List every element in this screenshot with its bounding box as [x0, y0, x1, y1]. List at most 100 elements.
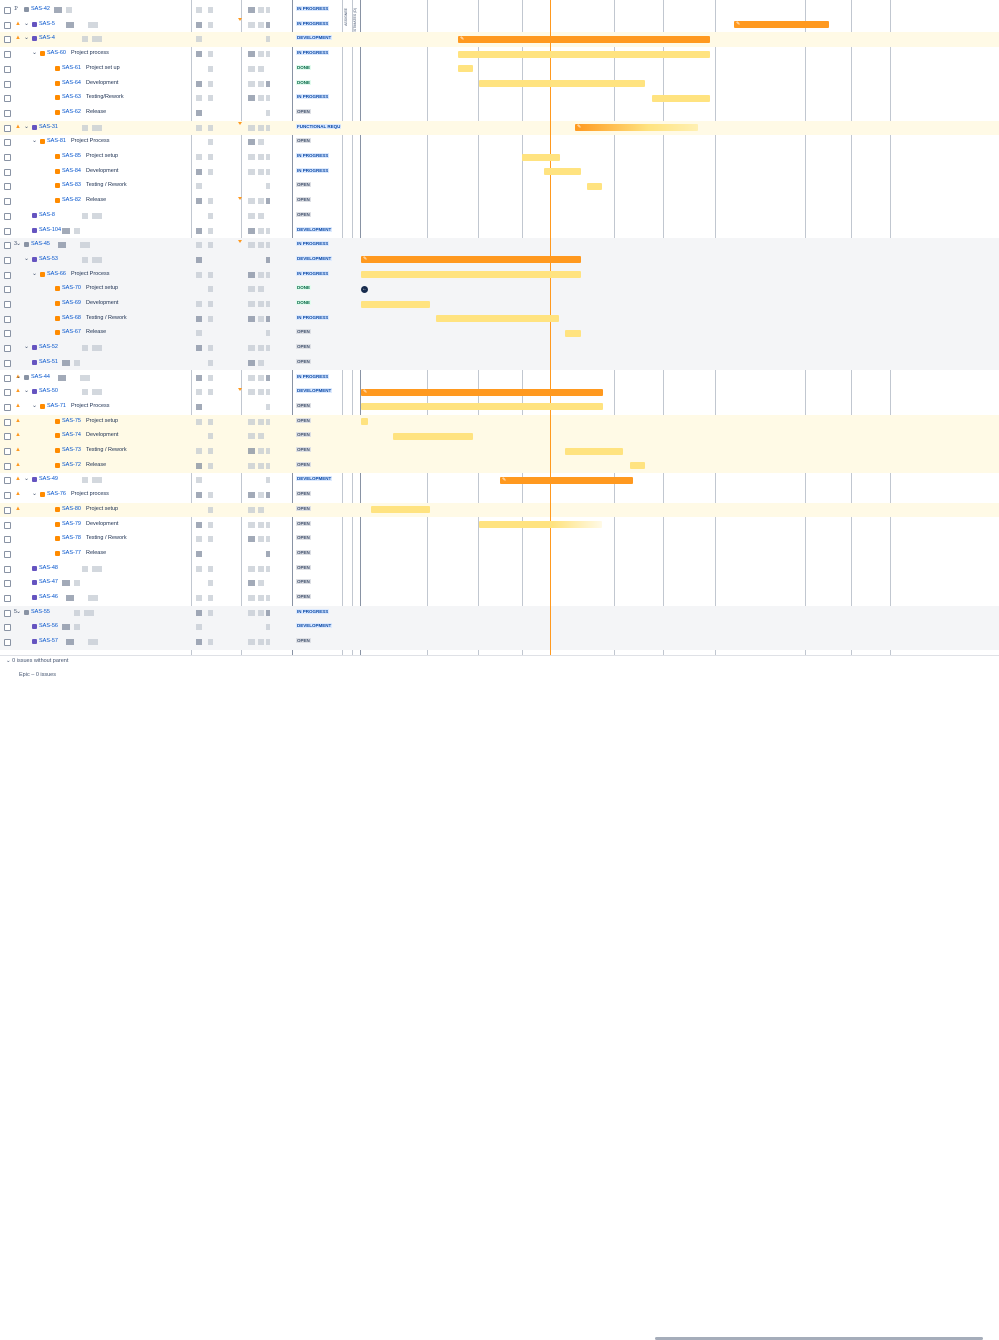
row-checkbox[interactable]: [4, 198, 11, 206]
status-lozenge[interactable]: OPEN: [296, 535, 311, 541]
status-lozenge[interactable]: IN PROGRESS: [296, 314, 330, 320]
issue-key-link[interactable]: SAS-78: [62, 535, 81, 541]
status-lozenge[interactable]: IN PROGRESS: [296, 153, 330, 158]
issue-row[interactable]: SAS-82 Release OPEN: [0, 194, 999, 209]
issue-row[interactable]: ▲ ⌄ SAS-76 Project process OPEN: [0, 488, 999, 503]
status-lozenge[interactable]: DONE: [296, 285, 312, 291]
row-checkbox[interactable]: [4, 374, 11, 382]
row-checkbox[interactable]: [4, 492, 11, 500]
schedule-bar[interactable]: ✎: [361, 256, 581, 264]
status-lozenge[interactable]: OPEN: [296, 197, 311, 203]
status-lozenge[interactable]: OPEN: [296, 344, 311, 350]
issue-row[interactable]: 5 ⌄ SAS-55 IN PROGRESS: [0, 605, 999, 621]
status-lozenge[interactable]: OPEN: [296, 138, 311, 144]
row-checkbox[interactable]: [4, 183, 11, 191]
edit-icon[interactable]: ✎: [502, 477, 506, 484]
status-lozenge[interactable]: OPEN: [296, 329, 311, 335]
issue-key-link[interactable]: SAS-63: [62, 94, 81, 100]
row-checkbox[interactable]: [4, 139, 11, 147]
issue-key-link[interactable]: SAS-66: [47, 271, 66, 277]
issue-key-link[interactable]: SAS-8: [39, 212, 55, 218]
schedule-bar[interactable]: [393, 432, 473, 440]
row-checkbox[interactable]: [4, 345, 11, 353]
issue-row[interactable]: SAS-104 DEVELOPMENT: [0, 224, 999, 239]
status-lozenge[interactable]: OPEN: [296, 594, 311, 599]
row-checkbox[interactable]: [4, 624, 11, 632]
issue-row[interactable]: SAS-48 OPEN: [0, 562, 999, 577]
chevron-down-icon[interactable]: ⌄: [24, 255, 29, 262]
issue-key-link[interactable]: SAS-31: [39, 124, 58, 130]
status-lozenge[interactable]: OPEN: [296, 564, 311, 570]
scroll-to-bar-icon[interactable]: ←: [361, 285, 368, 293]
row-checkbox[interactable]: [4, 639, 11, 647]
issue-key-link[interactable]: SAS-85: [62, 153, 81, 159]
schedule-bar[interactable]: [361, 403, 603, 411]
issue-row[interactable]: ▲ ⌄ SAS-31 FUNCTIONAL REQU: [0, 120, 999, 136]
schedule-bar[interactable]: [479, 521, 602, 528]
schedule-bar[interactable]: ✎: [575, 124, 698, 132]
row-checkbox[interactable]: [4, 315, 11, 323]
row-checkbox[interactable]: [4, 242, 11, 250]
issue-row[interactable]: 1 › SAS-42 IN PROGRESS: [0, 3, 999, 18]
status-lozenge[interactable]: IN PROGRESS: [296, 608, 330, 614]
status-lozenge[interactable]: OPEN: [296, 417, 311, 423]
issue-key-link[interactable]: SAS-73: [62, 447, 81, 453]
chevron-down-icon[interactable]: ⌄: [24, 123, 29, 130]
row-checkbox[interactable]: [4, 51, 11, 59]
edit-icon[interactable]: ✎: [460, 36, 464, 43]
issue-key-link[interactable]: SAS-84: [62, 168, 81, 174]
edit-icon[interactable]: ✎: [363, 389, 367, 396]
chevron-down-icon[interactable]: ⌄: [24, 387, 29, 394]
row-checkbox[interactable]: [4, 95, 11, 103]
issue-row[interactable]: ▲ SAS-80 Project setup OPEN: [0, 502, 999, 518]
issue-row[interactable]: SAS-70 Project setup DONE: [0, 282, 999, 297]
status-lozenge[interactable]: OPEN: [296, 638, 311, 644]
row-checkbox[interactable]: [4, 330, 11, 338]
row-checkbox[interactable]: [4, 433, 11, 441]
status-lozenge[interactable]: OPEN: [296, 491, 311, 497]
row-checkbox[interactable]: [4, 403, 11, 411]
chevron-down-icon[interactable]: ⌄: [16, 373, 21, 380]
issue-key-link[interactable]: SAS-82: [62, 197, 81, 203]
issue-key-link[interactable]: SAS-60: [47, 50, 66, 56]
row-checkbox[interactable]: [4, 109, 11, 117]
schedule-bar[interactable]: [565, 329, 581, 337]
status-lozenge[interactable]: DONE: [296, 64, 312, 70]
issue-row[interactable]: SAS-47 OPEN: [0, 576, 999, 591]
issue-key-link[interactable]: SAS-56: [39, 623, 58, 629]
issue-key-link[interactable]: SAS-80: [62, 506, 81, 512]
edit-icon[interactable]: ✎: [577, 124, 581, 131]
schedule-bar[interactable]: ✎: [361, 388, 603, 396]
issue-key-link[interactable]: SAS-81: [47, 138, 66, 144]
issue-row[interactable]: SAS-46 OPEN: [0, 591, 999, 606]
row-checkbox[interactable]: [4, 477, 11, 485]
chevron-down-icon[interactable]: ⌄: [24, 475, 29, 482]
issue-key-link[interactable]: SAS-76: [47, 491, 66, 497]
row-checkbox[interactable]: [4, 506, 11, 514]
schedule-bar[interactable]: [361, 300, 430, 308]
issue-key-link[interactable]: SAS-104: [39, 227, 61, 233]
issue-row[interactable]: SAS-57 OPEN: [0, 635, 999, 650]
row-checkbox[interactable]: [4, 65, 11, 73]
row-checkbox[interactable]: [4, 389, 11, 397]
issue-key-link[interactable]: SAS-48: [39, 565, 58, 571]
chevron-down-icon[interactable]: ⌄: [32, 490, 37, 497]
row-checkbox[interactable]: [4, 21, 11, 29]
status-lozenge[interactable]: IN PROGRESS: [296, 6, 330, 11]
chevron-down-icon[interactable]: ⌄: [24, 20, 29, 27]
issue-row[interactable]: ▲ SAS-73 Testing / Rework OPEN: [0, 444, 999, 459]
row-checkbox[interactable]: [4, 448, 11, 455]
issue-key-link[interactable]: SAS-71: [47, 403, 66, 409]
schedule-bar[interactable]: [652, 94, 710, 102]
row-checkbox[interactable]: [4, 154, 11, 161]
row-checkbox[interactable]: [4, 124, 11, 132]
schedule-bar[interactable]: ✎: [734, 21, 829, 29]
issue-key-link[interactable]: SAS-57: [39, 638, 58, 644]
row-checkbox[interactable]: [4, 550, 11, 558]
status-lozenge[interactable]: DEVELOPMENT: [296, 476, 333, 482]
schedule-bar[interactable]: ✎: [458, 35, 710, 43]
issue-row[interactable]: ⌄ SAS-52 OPEN: [0, 341, 999, 356]
issue-row[interactable]: ▲ ⌄ SAS-5 IN PROGRESS: [0, 18, 999, 33]
chevron-down-icon[interactable]: ⌄: [32, 270, 37, 277]
status-lozenge[interactable]: DONE: [296, 300, 312, 305]
